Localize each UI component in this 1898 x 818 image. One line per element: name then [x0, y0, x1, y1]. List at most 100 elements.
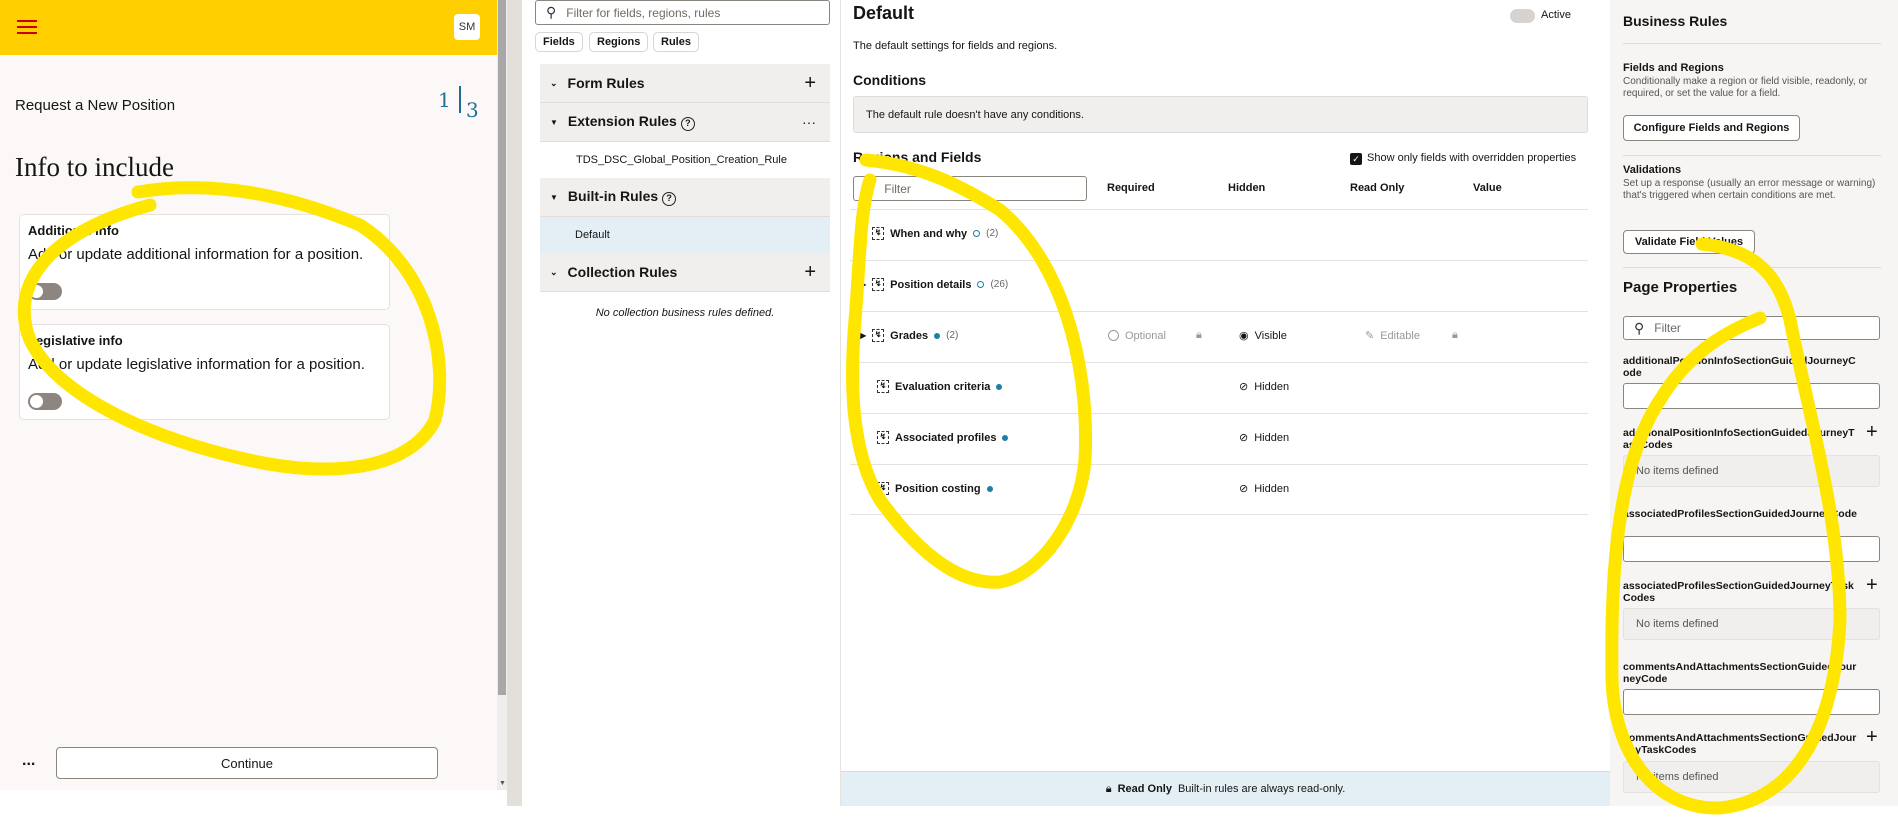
col-hidden: Hidden	[1228, 182, 1266, 194]
card-title: Legislative info	[28, 333, 123, 348]
eye-icon: ◉	[1239, 330, 1249, 342]
status-dot	[996, 383, 1003, 390]
builtin-rules-header[interactable]: ▼ Built-in Rules?	[540, 178, 830, 217]
validations-title: Validations	[1623, 164, 1682, 176]
caret-right-icon[interactable]: ▶	[860, 331, 866, 340]
table-row[interactable]: ▶ ↯ Position details (26)	[850, 260, 1588, 311]
hidden-cell[interactable]: ⊘ Hidden	[1239, 431, 1289, 445]
validate-field-values-button[interactable]: Validate Field Values	[1623, 230, 1755, 254]
placeholder: Filter for fields, regions, rules	[566, 5, 721, 20]
label: Form Rules	[567, 75, 645, 91]
collection-rules-header[interactable]: ⌄ Collection Rules +	[540, 253, 830, 292]
hamburger-menu-icon[interactable]	[17, 20, 37, 34]
chip-regions[interactable]: Regions	[589, 32, 649, 52]
panel-divider[interactable]	[507, 0, 522, 806]
col-read-only: Read Only	[1350, 182, 1405, 194]
table-row[interactable]: ↯ Associated profiles ⊘ Hidden	[850, 413, 1588, 464]
step-total: 3	[466, 98, 479, 122]
search-icon: ⚲	[1634, 319, 1645, 336]
lock-icon: 🔒︎	[1451, 329, 1458, 341]
rules-filter-input[interactable]: ⚲ Filter for fields, regions, rules	[535, 0, 830, 25]
banner-text: Built-in rules are always read-only.	[1177, 783, 1346, 795]
caret-down-icon: ▼	[550, 192, 558, 202]
placeholder: Filter	[1654, 321, 1681, 335]
col-value: Value	[1473, 182, 1502, 194]
help-icon[interactable]: ?	[680, 117, 695, 131]
hidden-value: Hidden	[1254, 482, 1290, 495]
rule-description: The default settings for fields and regi…	[853, 40, 1058, 52]
label: Collection Rules	[567, 264, 678, 280]
configure-fields-button[interactable]: Configure Fields and Regions	[1623, 115, 1800, 141]
status-dot	[977, 281, 985, 288]
add-icon[interactable]: +	[804, 261, 816, 284]
table-row[interactable]: ↯ Position costing ⊘ Hidden	[850, 464, 1588, 515]
additional-info-toggle[interactable]	[28, 283, 62, 300]
more-actions-button[interactable]: ...	[22, 752, 35, 770]
help-icon[interactable]: ?	[662, 192, 677, 206]
extension-rule-item[interactable]: TDS_DSC_Global_Position_Creation_Rule	[576, 154, 787, 166]
search-icon: ⚲	[546, 4, 557, 20]
chip-fields[interactable]: Fields	[535, 32, 583, 52]
row-count: (2)	[986, 228, 999, 239]
readonly-cell[interactable]: ✎ Editable 🔒︎	[1365, 329, 1458, 342]
show-only-checkbox[interactable]: ✓	[1350, 153, 1362, 165]
conditions-title: Conditions	[853, 72, 927, 88]
pencil-icon: ✎	[1365, 330, 1375, 342]
legislative-info-toggle[interactable]	[28, 393, 62, 410]
col-required: Required	[1107, 182, 1155, 194]
active-toggle[interactable]	[1510, 9, 1535, 23]
status-dot	[1002, 434, 1009, 441]
validations-desc: Set up a response (usually an error mess…	[1623, 178, 1876, 201]
avatar[interactable]: SM	[454, 14, 480, 40]
property-label: associatedProfilesSectionGuidedJourneyTa…	[1623, 580, 1854, 604]
eye-off-icon: ⊘	[1239, 381, 1249, 393]
add-icon[interactable]: +	[1866, 574, 1878, 597]
status-dot	[934, 332, 941, 339]
builtin-rule-default[interactable]: Default	[540, 217, 830, 253]
readonly-value: Editable	[1380, 329, 1420, 342]
more-icon[interactable]: ···	[802, 114, 816, 130]
hidden-cell[interactable]: ⊘ Hidden	[1239, 482, 1290, 496]
form-rules-header[interactable]: ⌄ Form Rules +	[540, 64, 830, 103]
extension-rules-header[interactable]: ▼ Extension Rules? ···	[540, 103, 830, 142]
section-heading: Info to include	[15, 152, 174, 182]
continue-button[interactable]: Continue	[56, 747, 438, 779]
scroll-down-icon[interactable]: ▼	[499, 780, 506, 787]
add-icon[interactable]: +	[804, 72, 816, 95]
property-empty-list: No items defined	[1623, 761, 1880, 793]
divider	[1623, 155, 1881, 156]
search-icon: ⚲	[864, 180, 875, 196]
table-row[interactable]: ▶ ↯ When and why (2)	[850, 209, 1588, 260]
property-input[interactable]	[1623, 689, 1880, 715]
hidden-cell[interactable]: ◉ Visible	[1239, 329, 1287, 343]
region-icon: ↯	[872, 278, 885, 291]
fields-regions-desc: Conditionally make a region or field vis…	[1623, 76, 1868, 99]
additional-info-card: Additional info Add or update additional…	[19, 214, 390, 310]
lock-icon: 🔒︎	[1195, 329, 1202, 341]
required-cell[interactable]: Optional 🔒︎	[1108, 329, 1202, 342]
show-only-label: Show only fields with overridden propert…	[1367, 152, 1577, 164]
property-input[interactable]	[1623, 536, 1880, 562]
placeholder: Filter	[884, 181, 911, 196]
caret-right-icon[interactable]: ▶	[860, 229, 866, 238]
property-input[interactable]	[1623, 383, 1880, 409]
table-row[interactable]: ▶ ↯ Grades (2) Optional 🔒︎ ◉ Visible ✎ Editabl…	[850, 311, 1588, 362]
row-name: Associated profiles	[895, 431, 997, 444]
caret-right-icon[interactable]: ▶	[860, 280, 866, 289]
active-label: Active	[1541, 9, 1571, 21]
region-icon: ↯	[877, 380, 889, 393]
chevron-down-icon: ⌄	[550, 77, 558, 88]
properties-filter-input[interactable]: ⚲ Filter	[1623, 316, 1880, 340]
add-icon[interactable]: +	[1866, 421, 1878, 444]
chevron-down-icon: ⌄	[550, 266, 558, 277]
hidden-cell[interactable]: ⊘ Hidden	[1239, 380, 1290, 394]
hidden-value: Hidden	[1254, 380, 1290, 393]
scrollbar-thumb[interactable]	[498, 0, 506, 695]
read-only-banner: 🔒︎ Read Only Built-in rules are always rea…	[841, 771, 1610, 806]
legislative-info-card: Legislative info Add or update legislati…	[19, 324, 390, 420]
chip-rules[interactable]: Rules	[653, 32, 699, 52]
regions-filter-input[interactable]: ⚲ Filter	[853, 176, 1087, 201]
table-row[interactable]: ↯ Evaluation criteria ⊘ Hidden	[850, 362, 1588, 413]
add-icon[interactable]: +	[1866, 726, 1878, 749]
rule-title: Default	[853, 3, 915, 23]
